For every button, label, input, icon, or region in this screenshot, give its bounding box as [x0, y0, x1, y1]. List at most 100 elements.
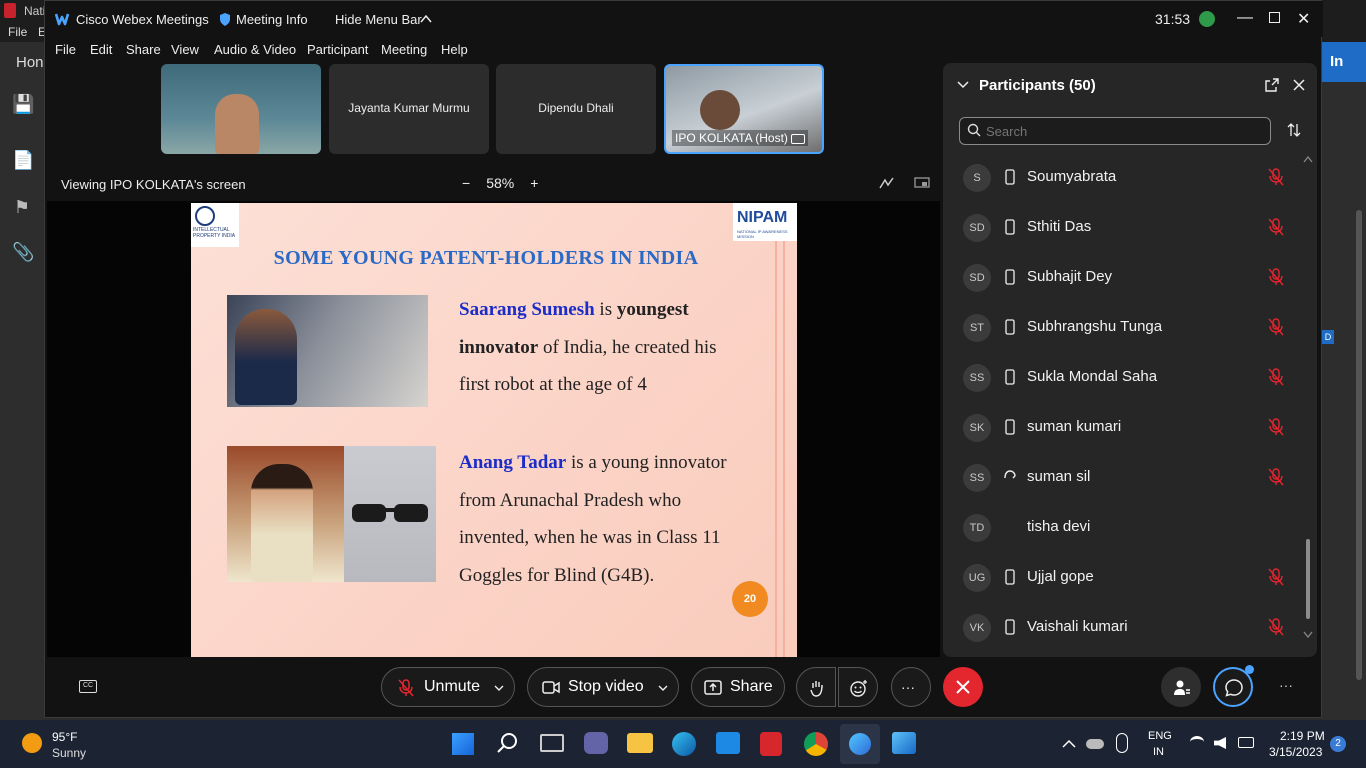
scroll-up-icon[interactable]	[1303, 155, 1313, 163]
show-hidden-icons[interactable]	[1062, 739, 1076, 748]
screen-options-icon[interactable]	[914, 177, 930, 189]
search-taskbar-icon[interactable]	[497, 732, 519, 754]
task-view-icon[interactable]	[540, 734, 564, 752]
p1-rest: of India, he created his	[538, 336, 717, 358]
weather-temp[interactable]: 95°F	[52, 730, 77, 744]
participant-scrollbar[interactable]	[1303, 155, 1313, 639]
mic-muted-icon[interactable]	[1267, 168, 1285, 186]
leave-meeting-button[interactable]	[943, 667, 983, 707]
clock-time[interactable]: 2:19 PM	[1280, 729, 1325, 743]
minimize-button[interactable]: —	[1237, 9, 1253, 27]
bg-menu-file[interactable]: File	[8, 25, 27, 39]
meeting-info-button[interactable]: Meeting Info	[236, 12, 308, 27]
participant-row[interactable]: TD tisha devi	[959, 503, 1289, 553]
photos-icon[interactable]	[892, 732, 916, 754]
network-stats-icon[interactable]	[1199, 11, 1215, 27]
teams-chat-icon[interactable]	[584, 732, 608, 754]
bookmark-icon[interactable]: ⚑	[12, 197, 32, 217]
participants-toggle-button[interactable]	[1161, 667, 1201, 707]
participant-row[interactable]: SS suman sil	[959, 453, 1289, 503]
stop-video-button[interactable]: Stop video	[527, 667, 679, 707]
battery-icon[interactable]	[1238, 737, 1254, 748]
reactions-button[interactable]	[838, 667, 878, 707]
pages-icon[interactable]: 📄	[12, 150, 34, 170]
participant-row[interactable]: ST Subhrangshu Tunga	[959, 303, 1289, 353]
zoom-out-button[interactable]: −	[462, 175, 470, 191]
menu-share[interactable]: Share	[126, 42, 161, 57]
participant-row[interactable]: SS Sukla Mondal Saha	[959, 353, 1289, 403]
chevron-up-icon[interactable]	[420, 14, 432, 23]
search-input[interactable]	[986, 122, 1266, 140]
language-top[interactable]: ENG	[1148, 730, 1172, 742]
menu-help[interactable]: Help	[441, 42, 468, 57]
raise-hand-button[interactable]	[796, 667, 836, 707]
mic-muted-icon[interactable]	[1267, 268, 1285, 286]
camera-icon	[542, 681, 560, 694]
video-thumbnail-2[interactable]: Jayanta Kumar Murmu	[329, 64, 489, 154]
menu-audio-video[interactable]: Audio & Video	[214, 42, 296, 57]
chevron-down-icon[interactable]	[658, 685, 668, 692]
scroll-thumb[interactable]	[1306, 539, 1310, 619]
onedrive-icon[interactable]	[1086, 739, 1104, 749]
participant-name: tisha devi	[1027, 518, 1091, 535]
attachment-icon[interactable]: 📎	[12, 242, 34, 262]
bg-scrollbar[interactable]	[1356, 210, 1362, 680]
store-icon[interactable]	[716, 732, 740, 754]
mic-muted-icon[interactable]	[1267, 368, 1285, 386]
menu-edit[interactable]: Edit	[90, 42, 112, 57]
popout-icon[interactable]	[1265, 78, 1279, 92]
video-thumbnail-3[interactable]: Dipendu Dhali	[496, 64, 656, 154]
start-icon[interactable]	[452, 733, 474, 755]
more-options-button[interactable]: ···	[891, 667, 931, 707]
participant-row[interactable]: S Soumyabrata	[959, 153, 1289, 203]
acrobat-icon[interactable]	[760, 732, 782, 756]
notification-badge[interactable]: 2	[1330, 736, 1346, 752]
maximize-button[interactable]	[1269, 12, 1280, 23]
host-label: IPO KOLKATA (Host)	[675, 131, 788, 145]
unmute-button[interactable]: Unmute	[381, 667, 515, 707]
mic-muted-icon[interactable]	[1267, 618, 1285, 636]
file-explorer-icon[interactable]	[627, 733, 653, 753]
menu-meeting[interactable]: Meeting	[381, 42, 427, 57]
edge-icon[interactable]	[672, 732, 696, 756]
participant-row[interactable]: SD Subhajit Dey	[959, 253, 1289, 303]
save-icon[interactable]: 💾	[12, 94, 34, 114]
captions-button[interactable]: CC	[79, 680, 97, 693]
video-thumbnail-1[interactable]	[161, 64, 321, 154]
zoom-in-button[interactable]: +	[530, 175, 538, 191]
mic-off-tray-icon[interactable]	[1116, 733, 1128, 753]
share-button[interactable]: Share	[691, 667, 785, 707]
chevron-down-icon[interactable]	[494, 685, 504, 692]
participant-row[interactable]: VK Vaishali kumari	[959, 603, 1289, 653]
close-window-button[interactable]: ✕	[1297, 9, 1310, 29]
participant-row[interactable]: SK suman kumari	[959, 403, 1289, 453]
volume-icon[interactable]	[1214, 737, 1226, 749]
bg-right-tab[interactable]: In	[1322, 42, 1366, 82]
participant-row[interactable]: UG Ujjal gope	[959, 553, 1289, 603]
menu-file[interactable]: File	[55, 42, 76, 57]
hide-menu-bar-button[interactable]: Hide Menu Bar	[335, 12, 422, 27]
menu-participant[interactable]: Participant	[307, 42, 368, 57]
chrome-icon[interactable]	[804, 732, 828, 756]
wifi-icon[interactable]	[1190, 736, 1204, 748]
video-thumbnail-host[interactable]: IPO KOLKATA (Host)	[664, 64, 824, 154]
photo-child-figure	[235, 309, 297, 405]
p2-line4: Goggles for Blind (G4B).	[459, 564, 655, 586]
chat-button[interactable]	[1213, 665, 1254, 707]
collapse-chevron-icon[interactable]	[957, 81, 969, 89]
annotate-icon[interactable]	[879, 176, 895, 190]
mic-muted-icon[interactable]	[1267, 218, 1285, 236]
close-panel-icon[interactable]	[1293, 79, 1305, 91]
ip-india-mark-icon	[195, 206, 215, 226]
mic-muted-icon[interactable]	[1267, 468, 1285, 486]
overflow-menu-icon[interactable]: ···	[1279, 677, 1293, 693]
mic-muted-icon[interactable]	[1267, 568, 1285, 586]
nipam-logo-text: NIPAM	[737, 209, 788, 226]
weather-icon[interactable]	[22, 733, 42, 753]
mic-muted-icon[interactable]	[1267, 418, 1285, 436]
participant-row[interactable]: SD Sthiti Das	[959, 203, 1289, 253]
mic-muted-icon[interactable]	[1267, 318, 1285, 336]
sort-icon[interactable]	[1287, 123, 1301, 137]
scroll-down-icon[interactable]	[1303, 631, 1313, 639]
menu-view[interactable]: View	[171, 42, 199, 57]
